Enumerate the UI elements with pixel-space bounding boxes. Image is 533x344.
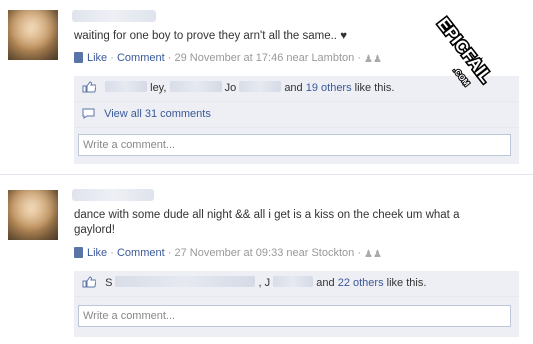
document-icon xyxy=(74,52,83,63)
likes-and: and xyxy=(284,82,303,94)
comment-link[interactable]: Comment xyxy=(117,247,165,259)
post-message: dance with some dude all night && all i … xyxy=(74,209,460,236)
separator: · xyxy=(110,247,114,259)
avatar[interactable] xyxy=(8,10,58,60)
liker-names[interactable]: Jo xyxy=(225,82,237,94)
write-comment-input[interactable]: Write a comment... xyxy=(78,134,511,156)
separator: · xyxy=(167,247,172,259)
liker-name-redacted[interactable] xyxy=(169,81,222,92)
liker-names[interactable]: , J xyxy=(259,277,271,289)
post-timestamp[interactable]: 29 November at 17:46 near Lambton xyxy=(174,52,354,64)
post-meta: Like · Comment · 29 November at 17:46 ne… xyxy=(74,52,382,65)
friends-icon[interactable]: ♟♟ xyxy=(364,54,382,65)
author-name-redacted[interactable] xyxy=(72,189,154,201)
likes-suffix: like this. xyxy=(354,82,395,94)
liker-name-redacted[interactable] xyxy=(115,276,256,287)
post-divider xyxy=(0,174,533,175)
likes-and: and xyxy=(316,277,335,289)
view-comments-row[interactable]: View all 31 comments xyxy=(74,102,519,128)
friends-icon[interactable]: ♟♟ xyxy=(364,249,382,260)
document-icon xyxy=(74,247,83,258)
separator: · xyxy=(167,52,172,64)
likes-suffix: like this. xyxy=(386,277,427,289)
separator: · xyxy=(110,52,114,64)
likes-others-link[interactable]: 22 others xyxy=(338,277,384,289)
feedback-box: S , J and 22 others like this. Write a c… xyxy=(74,271,519,337)
like-link[interactable]: Like xyxy=(87,247,107,259)
post-meta: Like · Comment · 27 November at 09:33 ne… xyxy=(74,247,382,260)
author-name-redacted[interactable] xyxy=(72,10,156,22)
liker-name-redacted[interactable] xyxy=(105,81,148,92)
liker-name-redacted[interactable] xyxy=(273,276,314,287)
separator: · xyxy=(357,247,361,259)
likes-others-link[interactable]: 19 others xyxy=(306,82,352,94)
liker-names[interactable]: ley, xyxy=(150,82,166,94)
separator: · xyxy=(357,52,361,64)
like-link[interactable]: Like xyxy=(87,52,107,64)
thumbs-up-icon xyxy=(82,276,96,288)
write-comment-input[interactable]: Write a comment... xyxy=(78,305,511,327)
avatar[interactable] xyxy=(8,190,58,240)
view-all-comments-link[interactable]: View all 31 comments xyxy=(104,108,211,120)
post-timestamp[interactable]: 27 November at 09:33 near Stockton xyxy=(174,247,354,259)
comment-link[interactable]: Comment xyxy=(117,52,165,64)
comment-bubble-icon xyxy=(82,108,95,119)
liker-names[interactable]: S xyxy=(105,277,112,289)
liker-name-redacted[interactable] xyxy=(239,81,282,92)
thumbs-up-icon xyxy=(82,81,96,93)
likes-row: S , J and 22 others like this. xyxy=(74,271,519,297)
epicfail-logo: EPICFAIL .COM xyxy=(432,13,497,90)
